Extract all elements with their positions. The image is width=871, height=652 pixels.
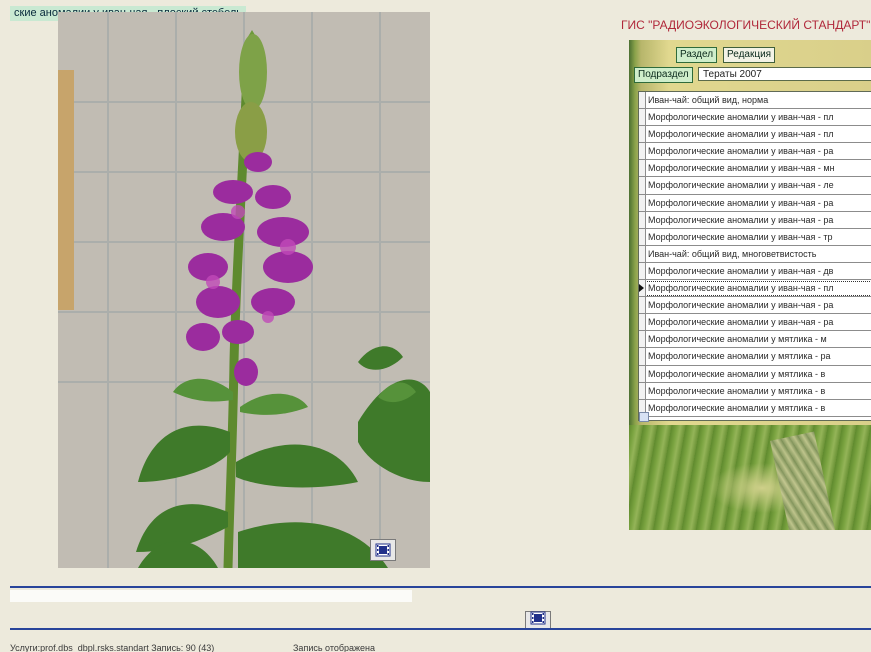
list-item[interactable]: Морфологические аномалии у мятлика - ра <box>639 348 871 366</box>
row-gutter <box>639 143 646 160</box>
row-gutter <box>639 245 646 262</box>
divider <box>10 628 871 630</box>
list-item[interactable]: Морфологические аномалии у мятлика - м <box>639 331 871 349</box>
list-item-label: Морфологические аномалии у мятлика - в <box>648 385 826 396</box>
list-item[interactable]: Иван-чай: общий вид, норма <box>639 92 871 110</box>
row-gutter <box>639 382 646 399</box>
list-item-label: Иван-чай: общий вид, многоветвистость <box>648 248 817 259</box>
tab-redakcia[interactable]: Редакция <box>723 47 776 63</box>
row-gutter <box>639 109 646 126</box>
progress-bar <box>10 590 412 602</box>
list-item-label: Морфологические аномалии у иван-чая - ра <box>648 197 834 208</box>
list-item-label: Морфологические аномалии у иван-чая - ра <box>648 300 834 311</box>
list-item[interactable]: Морфологические аномалии у иван-чая - ра <box>639 143 871 161</box>
list-item[interactable]: Морфологические аномалии у мятлика - пл <box>639 416 871 421</box>
status-record-info: Услуги:prof.dbs_dbpl.rsks.standart Запис… <box>10 643 215 652</box>
list-item[interactable]: Морфологические аномалии у мятлика - в <box>639 382 871 400</box>
film-icon <box>530 611 546 630</box>
plant-photo <box>58 12 430 568</box>
row-gutter <box>639 314 646 331</box>
list-item[interactable]: Морфологические аномалии у иван-чая - ра <box>639 314 871 332</box>
list-item-label: Морфологические аномалии у иван-чая - пл <box>648 129 834 140</box>
list-item-label: Морфологические аномалии у иван-чая - дв <box>648 265 834 276</box>
row-gutter <box>639 126 646 143</box>
list-item[interactable]: Морфологические аномалии у иван-чая - дв <box>639 262 871 281</box>
row-pointer-icon <box>639 284 644 293</box>
list-item[interactable]: Иван-чай: общий вид, многоветвистость <box>639 245 871 263</box>
row-gutter <box>639 211 646 228</box>
list-item[interactable]: Морфологические аномалии у иван-чая - пл <box>639 280 871 298</box>
road-track <box>770 431 837 530</box>
list-item[interactable]: Морфологические аномалии у иван-чая - мн <box>639 160 871 178</box>
list-item[interactable]: Морфологические аномалии у иван-чая - ра <box>639 194 871 212</box>
list-item-label: Морфологические аномалии у мятлика - м <box>648 334 827 345</box>
list-item[interactable]: Морфологические аномалии у иван-чая - ле <box>639 177 871 195</box>
list-item[interactable]: Морфологические аномалии у иван-чая - пл <box>639 126 871 144</box>
list-item[interactable]: Морфологические аномалии у мятлика - в <box>639 365 871 383</box>
nav-view-button[interactable] <box>525 611 551 629</box>
record-list[interactable]: Иван-чай: общий вид, норма Морфологически… <box>638 91 871 421</box>
list-item[interactable]: Морфологические аномалии у мятлика - в <box>639 399 871 417</box>
list-item-label: Морфологические аномалии у мятлика - пл <box>648 420 831 421</box>
list-item-label: Морфологические аномалии у иван-чая - пл <box>648 112 834 123</box>
gis-title: ГИС "РАДИОЭКОЛОГИЧЕСКИЙ СТАНДАРТ" <box>621 18 871 32</box>
list-item-label: Морфологические аномалии у иван-чая - ра <box>648 317 834 328</box>
list-item-label: Морфологические аномалии у мятлика - в <box>648 402 826 413</box>
list-item[interactable]: Морфологические аномалии у иван-чая - пл <box>639 109 871 127</box>
list-item-label: Морфологические аномалии у иван-чая - ра <box>648 146 834 157</box>
status-message: Запись отображена <box>293 643 376 652</box>
row-gutter <box>639 228 646 245</box>
subsection-label[interactable]: Подраздел <box>634 67 693 83</box>
row-gutter <box>639 262 646 280</box>
catalog-panel: Раздел Редакция Подраздел Тераты 2007 Ив… <box>629 40 871 530</box>
list-item[interactable]: Морфологические аномалии у иван-чая - ра <box>639 211 871 229</box>
row-gutter <box>639 160 646 177</box>
row-gutter <box>639 348 646 365</box>
row-gutter <box>639 92 646 109</box>
row-gutter <box>639 331 646 348</box>
row-gutter <box>639 177 646 194</box>
list-item-label: Морфологические аномалии у иван-чая - мн <box>648 163 835 174</box>
row-gutter <box>639 365 646 382</box>
list-item[interactable]: Морфологические аномалии у иван-чая - ра <box>639 297 871 315</box>
photo-view-button[interactable] <box>370 539 396 561</box>
tab-razdel[interactable]: Раздел <box>676 47 718 63</box>
landscape-photo <box>629 425 871 530</box>
film-icon <box>375 543 391 557</box>
scroll-left-arrow-icon[interactable] <box>639 412 649 422</box>
list-item-label: Морфологические аномалии у иван-чая - пл <box>648 283 834 294</box>
list-item-label: Морфологические аномалии у иван-чая - тр <box>648 231 833 242</box>
divider <box>10 586 871 588</box>
row-gutter <box>639 297 646 314</box>
list-item-label: Иван-чай: общий вид, норма <box>648 95 769 105</box>
list-item-label: Морфологические аномалии у мятлика - в <box>648 368 826 379</box>
list-item[interactable]: Морфологические аномалии у иван-чая - тр <box>639 228 871 246</box>
subsection-select[interactable]: Тераты 2007 <box>698 67 871 81</box>
list-item-label: Морфологические аномалии у иван-чая - ра <box>648 214 834 225</box>
list-item-label: Морфологические аномалии у иван-чая - ле <box>648 180 834 191</box>
list-item-label: Морфологические аномалии у мятлика - ра <box>648 351 831 362</box>
row-gutter <box>639 194 646 211</box>
